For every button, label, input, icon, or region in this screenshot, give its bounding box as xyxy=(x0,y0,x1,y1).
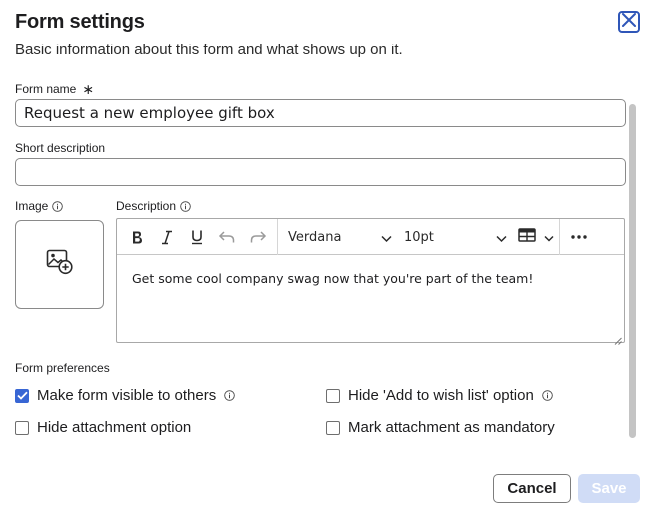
description-label: Description xyxy=(116,199,191,213)
add-image-icon xyxy=(45,248,75,281)
checkbox[interactable] xyxy=(326,420,340,435)
table-icon xyxy=(518,228,536,246)
short-description-input[interactable] xyxy=(15,158,626,186)
scrollbar-thumb[interactable] xyxy=(629,104,636,438)
make-form-visible-checkbox[interactable]: Make form visible to others xyxy=(15,387,235,404)
short-description-label: Short description xyxy=(15,141,106,155)
font-size-select[interactable]: 10pt xyxy=(404,227,509,247)
chevron-down-icon xyxy=(381,232,392,247)
info-icon[interactable] xyxy=(542,390,553,401)
resize-handle-icon[interactable] xyxy=(614,332,622,345)
form-name-label: Form name ∗ xyxy=(15,81,95,97)
form-name-input[interactable]: Request a new employee gift box xyxy=(15,99,626,127)
checkbox[interactable] xyxy=(15,420,29,435)
mandatory-attachment-checkbox[interactable]: Mark attachment as mandatory xyxy=(326,419,555,436)
intro-text: Basic information about this form and wh… xyxy=(15,44,403,58)
undo-icon[interactable] xyxy=(217,227,237,247)
cancel-button[interactable]: Cancel xyxy=(493,474,571,503)
hide-wish-list-checkbox[interactable]: Hide 'Add to wish list' option xyxy=(326,387,553,404)
editor-content[interactable]: Get some cool company swag now that you'… xyxy=(132,271,533,286)
description-editor: Verdana 10pt Get some cool company swag … xyxy=(116,218,625,345)
info-icon[interactable] xyxy=(52,200,64,212)
toolbar-divider xyxy=(277,219,278,255)
close-icon xyxy=(621,12,637,33)
toolbar-divider xyxy=(559,219,560,255)
image-label: Image xyxy=(15,199,64,213)
close-button[interactable] xyxy=(618,11,640,33)
underline-icon[interactable] xyxy=(187,227,207,247)
info-icon[interactable] xyxy=(180,200,191,212)
image-upload-box[interactable] xyxy=(15,220,104,309)
checkbox[interactable] xyxy=(15,388,29,403)
check-icon xyxy=(16,391,28,400)
info-icon[interactable] xyxy=(224,390,235,401)
form-scroll-area: Basic information about this form and wh… xyxy=(0,44,640,444)
form-settings-dialog: Form settings Basic information about th… xyxy=(0,0,650,516)
checkbox[interactable] xyxy=(326,388,340,403)
font-family-select[interactable]: Verdana xyxy=(288,227,394,247)
hide-attachment-checkbox[interactable]: Hide attachment option xyxy=(15,419,191,436)
chevron-down-icon xyxy=(496,232,507,247)
table-select[interactable] xyxy=(518,227,554,247)
required-mark: ∗ xyxy=(82,81,95,97)
form-preferences-label: Form preferences xyxy=(15,361,110,375)
dialog-title: Form settings xyxy=(15,11,145,33)
editor-toolbar: Verdana 10pt xyxy=(117,219,624,255)
italic-icon[interactable] xyxy=(157,227,177,247)
more-icon[interactable] xyxy=(568,227,590,247)
chevron-down-icon xyxy=(544,232,554,247)
redo-icon[interactable] xyxy=(248,227,268,247)
bold-icon[interactable] xyxy=(127,227,147,247)
save-button[interactable]: Save xyxy=(578,474,640,503)
